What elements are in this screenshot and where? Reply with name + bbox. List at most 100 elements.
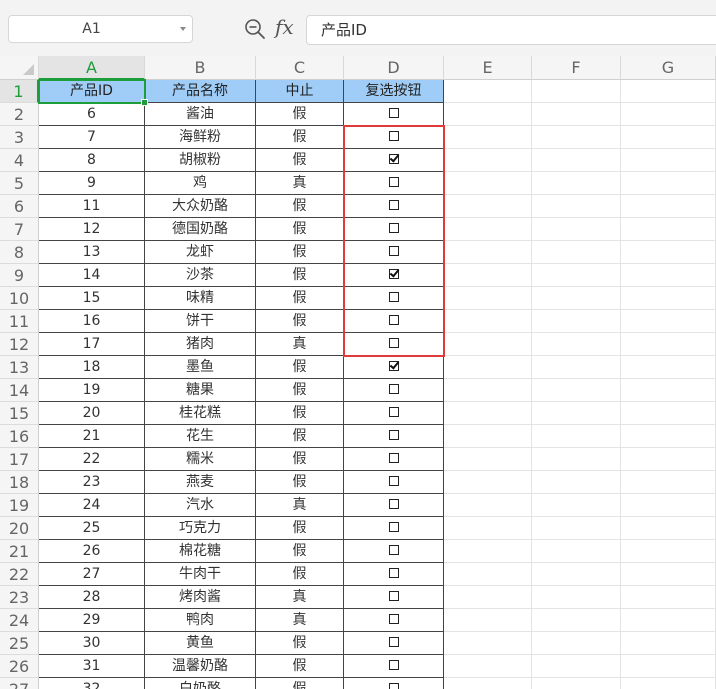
table-cell[interactable]: 海鲜粉 bbox=[145, 126, 256, 149]
empty-cell[interactable] bbox=[532, 218, 621, 241]
checkbox-checked[interactable] bbox=[388, 269, 399, 279]
row-header-1[interactable]: 1 bbox=[0, 80, 39, 103]
table-cell[interactable] bbox=[344, 678, 444, 689]
row-header-23[interactable]: 23 bbox=[0, 586, 39, 609]
table-cell[interactable] bbox=[344, 218, 444, 241]
row-header-21[interactable]: 21 bbox=[0, 540, 39, 563]
row-header-26[interactable]: 26 bbox=[0, 655, 39, 678]
checkbox-unchecked[interactable] bbox=[388, 200, 399, 210]
table-cell[interactable]: 20 bbox=[39, 402, 145, 425]
column-header-c[interactable]: C bbox=[256, 56, 344, 80]
checkbox-unchecked[interactable] bbox=[388, 108, 399, 118]
checkbox-unchecked[interactable] bbox=[388, 315, 399, 325]
empty-cell[interactable] bbox=[444, 287, 532, 310]
table-cell[interactable] bbox=[344, 540, 444, 563]
table-cell[interactable]: 沙茶 bbox=[145, 264, 256, 287]
empty-cell[interactable] bbox=[532, 80, 621, 103]
table-cell[interactable]: 大众奶酪 bbox=[145, 195, 256, 218]
table-cell[interactable] bbox=[344, 402, 444, 425]
empty-cell[interactable] bbox=[621, 149, 716, 172]
row-header-22[interactable]: 22 bbox=[0, 563, 39, 586]
table-cell[interactable]: 糯米 bbox=[145, 448, 256, 471]
empty-cell[interactable] bbox=[532, 287, 621, 310]
table-cell[interactable]: 酱油 bbox=[145, 103, 256, 126]
checkbox-unchecked[interactable] bbox=[388, 430, 399, 440]
table-cell[interactable]: 9 bbox=[39, 172, 145, 195]
empty-cell[interactable] bbox=[444, 586, 532, 609]
table-cell[interactable]: 假 bbox=[256, 678, 344, 689]
table-cell[interactable]: 18 bbox=[39, 356, 145, 379]
table-cell[interactable]: 德国奶酪 bbox=[145, 218, 256, 241]
empty-cell[interactable] bbox=[444, 310, 532, 333]
table-cell[interactable]: 燕麦 bbox=[145, 471, 256, 494]
row-header-18[interactable]: 18 bbox=[0, 471, 39, 494]
empty-cell[interactable] bbox=[621, 172, 716, 195]
checkbox-unchecked[interactable] bbox=[388, 660, 399, 670]
row-header-6[interactable]: 6 bbox=[0, 195, 39, 218]
empty-cell[interactable] bbox=[444, 241, 532, 264]
table-cell[interactable] bbox=[344, 149, 444, 172]
row-header-27[interactable]: 27 bbox=[0, 678, 39, 689]
table-cell[interactable]: 14 bbox=[39, 264, 145, 287]
checkbox-checked[interactable] bbox=[388, 154, 399, 164]
empty-cell[interactable] bbox=[444, 356, 532, 379]
table-cell[interactable]: 假 bbox=[256, 149, 344, 172]
checkbox-unchecked[interactable] bbox=[388, 614, 399, 624]
empty-cell[interactable] bbox=[621, 471, 716, 494]
table-cell[interactable]: 16 bbox=[39, 310, 145, 333]
table-cell[interactable] bbox=[344, 310, 444, 333]
select-all-corner[interactable] bbox=[0, 56, 39, 80]
checkbox-unchecked[interactable] bbox=[388, 407, 399, 417]
empty-cell[interactable] bbox=[444, 379, 532, 402]
checkbox-unchecked[interactable] bbox=[388, 246, 399, 256]
empty-cell[interactable] bbox=[621, 195, 716, 218]
table-cell[interactable]: 假 bbox=[256, 356, 344, 379]
empty-cell[interactable] bbox=[621, 241, 716, 264]
empty-cell[interactable] bbox=[444, 494, 532, 517]
table-cell[interactable] bbox=[344, 425, 444, 448]
row-header-7[interactable]: 7 bbox=[0, 218, 39, 241]
table-cell[interactable] bbox=[344, 126, 444, 149]
empty-cell[interactable] bbox=[532, 609, 621, 632]
empty-cell[interactable] bbox=[621, 356, 716, 379]
zoom-out-icon[interactable] bbox=[244, 18, 266, 40]
table-cell[interactable]: 21 bbox=[39, 425, 145, 448]
table-cell[interactable]: 假 bbox=[256, 563, 344, 586]
table-cell[interactable]: 黄鱼 bbox=[145, 632, 256, 655]
empty-cell[interactable] bbox=[621, 264, 716, 287]
column-header-f[interactable]: F bbox=[532, 56, 621, 80]
empty-cell[interactable] bbox=[444, 632, 532, 655]
row-header-4[interactable]: 4 bbox=[0, 149, 39, 172]
row-header-25[interactable]: 25 bbox=[0, 632, 39, 655]
row-header-8[interactable]: 8 bbox=[0, 241, 39, 264]
table-cell[interactable] bbox=[344, 494, 444, 517]
table-cell[interactable]: 烤肉酱 bbox=[145, 586, 256, 609]
empty-cell[interactable] bbox=[532, 494, 621, 517]
header-cell[interactable]: 产品名称 bbox=[145, 80, 256, 103]
column-header-d[interactable]: D bbox=[344, 56, 444, 80]
table-cell[interactable]: 12 bbox=[39, 218, 145, 241]
table-cell[interactable]: 26 bbox=[39, 540, 145, 563]
table-cell[interactable]: 25 bbox=[39, 517, 145, 540]
table-cell[interactable] bbox=[344, 333, 444, 356]
row-header-20[interactable]: 20 bbox=[0, 517, 39, 540]
empty-cell[interactable] bbox=[532, 379, 621, 402]
table-cell[interactable] bbox=[344, 172, 444, 195]
table-cell[interactable] bbox=[344, 241, 444, 264]
empty-cell[interactable] bbox=[532, 264, 621, 287]
empty-cell[interactable] bbox=[621, 609, 716, 632]
empty-cell[interactable] bbox=[444, 517, 532, 540]
empty-cell[interactable] bbox=[532, 655, 621, 678]
empty-cell[interactable] bbox=[444, 425, 532, 448]
column-header-g[interactable]: G bbox=[621, 56, 716, 80]
empty-cell[interactable] bbox=[532, 126, 621, 149]
table-cell[interactable]: 汽水 bbox=[145, 494, 256, 517]
table-cell[interactable] bbox=[344, 632, 444, 655]
empty-cell[interactable] bbox=[444, 609, 532, 632]
empty-cell[interactable] bbox=[532, 540, 621, 563]
table-cell[interactable] bbox=[344, 379, 444, 402]
checkbox-unchecked[interactable] bbox=[388, 637, 399, 647]
table-cell[interactable]: 棉花糖 bbox=[145, 540, 256, 563]
table-cell[interactable]: 假 bbox=[256, 241, 344, 264]
row-header-16[interactable]: 16 bbox=[0, 425, 39, 448]
